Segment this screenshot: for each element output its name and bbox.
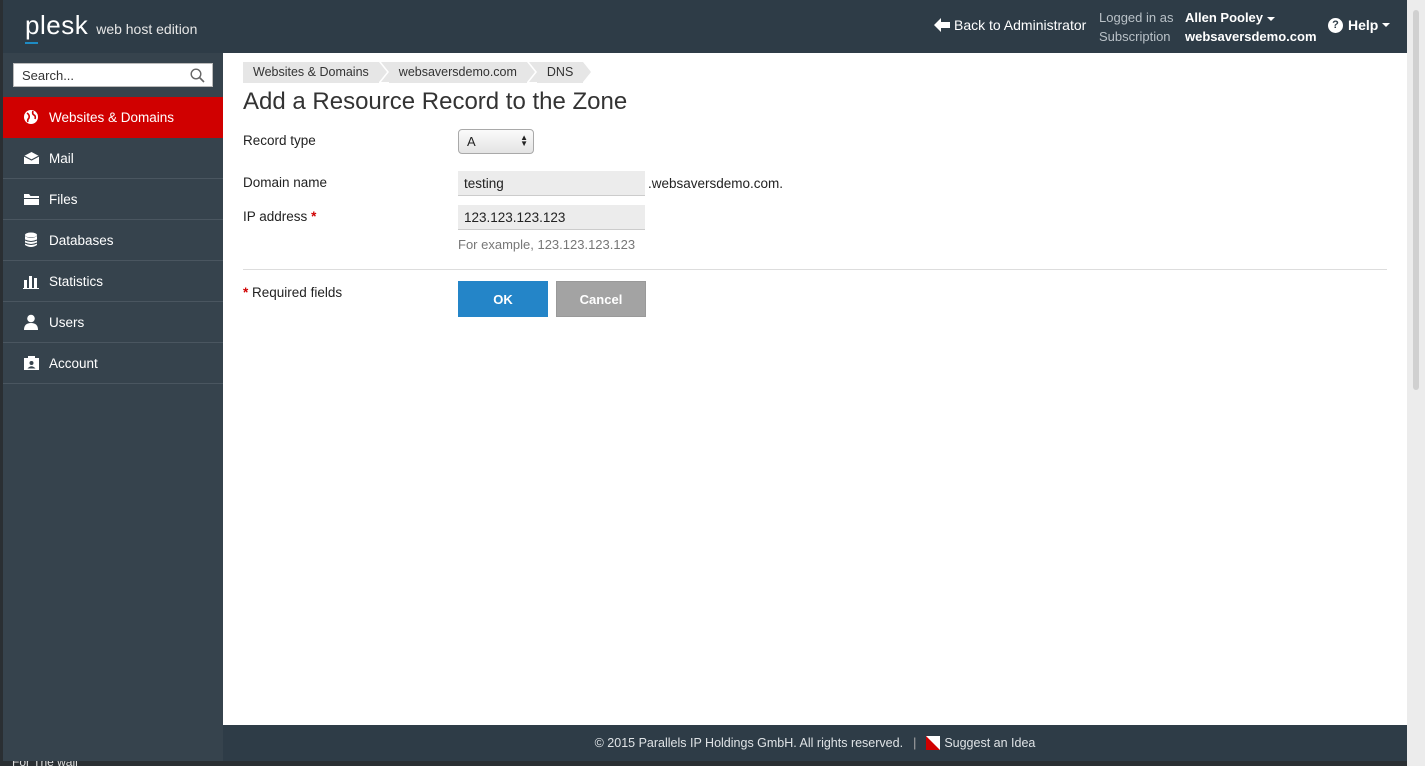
domain-name-input[interactable]	[458, 171, 645, 196]
search-input[interactable]	[14, 64, 174, 86]
record-type-label: Record type	[243, 133, 316, 148]
window-edge	[1407, 0, 1425, 766]
select-arrows-icon: ▲ ▼	[520, 133, 528, 148]
sidebar-item-label: Websites & Domains	[49, 109, 175, 125]
chart-icon	[22, 272, 40, 290]
breadcrumb-dns[interactable]: DNS	[528, 62, 592, 83]
database-icon	[22, 231, 40, 249]
breadcrumb-websites-domains[interactable]: Websites & Domains	[243, 62, 387, 83]
footer: © 2015 Parallels IP Holdings GmbH. All r…	[223, 725, 1407, 761]
mail-icon	[22, 149, 40, 167]
folder-icon	[22, 190, 40, 208]
ip-address-hint: For example, 123.123.123.123	[458, 237, 636, 252]
logged-in-label: Logged in as	[1099, 10, 1174, 25]
back-to-administrator-link[interactable]: Back to Administrator	[934, 17, 1086, 33]
top-header: plesk web host edition Back to Administr…	[3, 0, 1407, 53]
help-menu[interactable]: ? Help	[1328, 17, 1391, 33]
suggest-idea-label: Suggest an Idea	[944, 736, 1036, 750]
breadcrumb: Websites & Domains websaversdemo.com DNS	[243, 62, 593, 83]
search-box	[13, 63, 213, 87]
help-icon: ?	[1328, 17, 1343, 33]
form-divider	[243, 269, 1387, 270]
sidebar: Websites & Domains Mail Files Databases	[3, 53, 223, 761]
subscription-label: Subscription	[1099, 29, 1171, 44]
record-type-select[interactable]: A ▲ ▼	[458, 129, 534, 154]
help-label: Help	[1348, 17, 1379, 33]
required-fields-note: * Required fields	[243, 285, 342, 300]
copyright-text: © 2015 Parallels IP Holdings GmbH. All r…	[594, 736, 904, 750]
ip-address-label: IP address *	[243, 209, 316, 224]
ip-address-input[interactable]	[458, 205, 645, 230]
sidebar-nav: Websites & Domains Mail Files Databases	[3, 97, 223, 384]
domain-name-label: Domain name	[243, 175, 328, 190]
required-marker: *	[243, 285, 249, 300]
logo-edition: web host edition	[96, 21, 198, 37]
sidebar-item-label: Statistics	[49, 273, 104, 289]
sidebar-item-label: Users	[49, 314, 85, 330]
logo-name: plesk	[25, 10, 88, 44]
sidebar-item-account[interactable]: Account	[3, 343, 223, 384]
plesk-logo[interactable]: plesk web host edition	[25, 10, 198, 44]
sidebar-item-label: Mail	[49, 150, 74, 166]
sidebar-item-label: Databases	[49, 232, 114, 248]
suggest-idea-icon	[926, 736, 941, 750]
back-arrow-icon	[934, 18, 950, 32]
login-info: Logged in as Allen Pooley Subscription web…	[1099, 8, 1317, 46]
sidebar-item-mail[interactable]: Mail	[3, 138, 223, 179]
footer-separator: |	[913, 736, 917, 750]
required-fields-text: Required fields	[252, 285, 343, 300]
sidebar-item-label: Files	[49, 191, 78, 207]
sidebar-item-users[interactable]: Users	[3, 302, 223, 343]
caret-down-icon	[1267, 16, 1276, 21]
ip-address-label-text: IP address	[243, 209, 308, 224]
user-name: Allen Pooley	[1185, 10, 1264, 25]
caret-down-icon	[1382, 23, 1391, 27]
sidebar-item-statistics[interactable]: Statistics	[3, 261, 223, 302]
sidebar-item-websites-domains[interactable]: Websites & Domains	[3, 97, 223, 138]
page-title: Add a Resource Record to the Zone	[243, 88, 628, 115]
sidebar-item-files[interactable]: Files	[3, 179, 223, 220]
account-icon	[22, 354, 40, 372]
ok-button[interactable]: OK	[458, 281, 548, 317]
sidebar-item-label: Account	[49, 355, 98, 371]
suggest-idea-link[interactable]: Suggest an Idea	[926, 736, 1035, 750]
globe-icon	[22, 108, 40, 126]
search-icon[interactable]	[190, 68, 205, 83]
sidebar-item-databases[interactable]: Databases	[3, 220, 223, 261]
scrollbar-track[interactable]	[1413, 10, 1419, 390]
domain-suffix: .websaversdemo.com.	[648, 176, 784, 191]
required-marker: *	[311, 209, 317, 224]
subscription-value[interactable]: websaversdemo.com	[1185, 29, 1317, 44]
user-icon	[22, 313, 40, 331]
cancel-button[interactable]: Cancel	[556, 281, 646, 317]
back-to-administrator-label: Back to Administrator	[954, 17, 1087, 33]
record-type-value: A	[467, 134, 476, 149]
browser-window: plesk web host edition Back to Administr…	[3, 0, 1407, 761]
user-menu[interactable]: Allen Pooley	[1185, 10, 1276, 25]
breadcrumb-domain[interactable]: websaversdemo.com	[380, 62, 536, 83]
